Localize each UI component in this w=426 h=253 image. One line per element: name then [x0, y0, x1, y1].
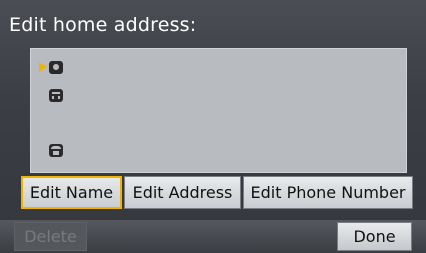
- delete-button[interactable]: Delete: [14, 222, 87, 251]
- page-title: Edit home address:: [9, 14, 197, 36]
- phone-icon: [49, 143, 63, 157]
- list-item-address[interactable]: [49, 87, 63, 103]
- edit-phone-number-button[interactable]: Edit Phone Number: [243, 176, 413, 209]
- done-button[interactable]: Done: [337, 222, 412, 251]
- edit-tabs: Edit Name Edit Address Edit Phone Number: [21, 176, 413, 209]
- edit-home-address-screen: Edit home address: Edit Name Edit Addres…: [0, 0, 426, 253]
- person-icon: [49, 60, 63, 74]
- edit-name-button[interactable]: Edit Name: [21, 176, 122, 209]
- footer-bar: Delete Done: [0, 220, 426, 253]
- home-icon: [49, 88, 63, 102]
- list-item-phone[interactable]: [49, 142, 63, 158]
- address-entry-panel: [30, 48, 407, 173]
- list-item-name[interactable]: [39, 59, 63, 75]
- edit-address-button[interactable]: Edit Address: [124, 176, 241, 209]
- selection-cursor-icon: [39, 62, 47, 72]
